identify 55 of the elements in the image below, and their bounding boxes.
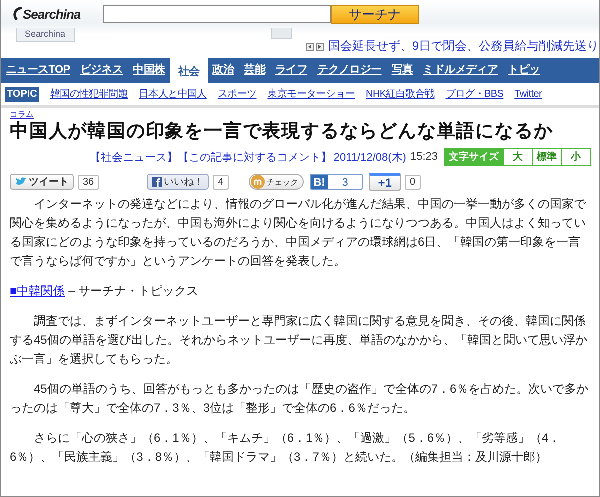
article-time: 15:23 <box>410 151 438 163</box>
font-size-option[interactable]: 大 <box>503 149 532 165</box>
article-paragraph: 調査では、まずインターネットユーザーと専門家に広く韓国に関する意見を聞き、その後、韓国に関係する45個の単語を選び出した。それからネットユーザーに再度、単語のなかから、「韓国と聞いて思い浮かぶ一言」を選択してもらった。 <box>10 313 588 368</box>
circle-m-icon <box>250 175 265 189</box>
logo[interactable]: Searchina <box>23 6 81 22</box>
search-button[interactable]: サーチナ <box>331 4 419 24</box>
topic-link[interactable]: 韓国の性犯罪問題 <box>50 87 128 101</box>
nav-tab[interactable]: 芸能 <box>239 58 270 83</box>
nav-tab[interactable]: ニュースTOP <box>1 58 76 83</box>
nav-tab[interactable]: 中国株 <box>128 58 170 83</box>
font-size-option[interactable]: 標準 <box>532 149 561 165</box>
topic-link[interactable]: Twitter <box>514 88 542 100</box>
share-count: 36 <box>78 174 100 190</box>
article-date: 2011/12/08(木) <box>334 150 406 164</box>
nav-tab[interactable]: ビジネス <box>75 58 128 83</box>
like-button[interactable]: いいね！ <box>147 174 210 190</box>
topic-link[interactable]: ブログ・BBS <box>446 87 504 101</box>
topic-link[interactable]: スポーツ <box>218 87 257 101</box>
search-field[interactable] <box>103 5 331 23</box>
f-logo-icon <box>152 177 162 187</box>
nav-tab[interactable]: 写真 <box>386 58 418 83</box>
meta-link[interactable]: 【この記事に対するコメント】 <box>178 150 332 164</box>
font-size-label: 文字サイズ <box>445 149 503 165</box>
topic-link[interactable]: 東京モーターショー <box>268 87 356 101</box>
article-paragraph: さらに「心の狭さ」（6．1％）、「キムチ」（6．1％）、「過激」（5．6％）、「劣等感」（4．6％）、「民族主義」（3．8％）、「韓国ドラマ」（3．7％）と続いた。（編集担当：及川源十郎） <box>10 430 562 466</box>
topic-link[interactable]: 日本人と中国人 <box>139 87 207 101</box>
nav-tab[interactable]: トピッ <box>503 58 546 83</box>
previous-icon[interactable] <box>306 42 314 50</box>
article-paragraph: インターネットの発達などにより、情報のグローバル化が進んだ結果、中国の一挙一動が多くの国家で関心を集めるようになったが、中国も海外により関心を向けるようになりつつある。中国人はよく知っている国家にどのような印象を持っているのだろうか、中国メディアの環球網は6日、「韓国の第一印象を一言で言うならば何ですか」というアンケートの回答を発表した。 <box>10 196 588 270</box>
ticker-link[interactable]: 国会延長せず、9日で閉会、公務員給与削減先送り <box>328 38 599 55</box>
nav-tab[interactable]: ミドルメディア <box>418 58 504 83</box>
topic-label: TOPIC <box>5 86 40 102</box>
category-link[interactable]: コラム <box>10 110 34 120</box>
article-title: 中国人が韓国の印象を一言で表現するならどんな単語になるか <box>10 120 554 142</box>
bookmark-button[interactable]: B! 3 <box>310 174 364 190</box>
next-icon[interactable] <box>316 42 324 50</box>
share-count: 4 <box>213 174 229 190</box>
font-size-option[interactable]: 小 <box>561 149 590 165</box>
logo-tab[interactable]: Searchina <box>16 28 75 42</box>
tweet-button[interactable]: ツイート <box>10 174 74 190</box>
related-link[interactable]: ■中韓関係 <box>10 284 66 298</box>
check-button[interactable]: チェック <box>248 174 304 190</box>
meta-link[interactable]: 【社会ニュース】 <box>90 150 178 164</box>
nav-tab[interactable]: 社会 <box>170 58 208 83</box>
swoosh-icon <box>13 7 23 21</box>
nav-tab[interactable]: テクノロジー <box>312 58 387 83</box>
article-paragraph: 45個の単語のうち、回答がもっとも多かったのは「歴史の盗作」で全体の7．6％を占めた。次いで多かったのは「尊大」で全体の7．3％、3位は「整形」で全体の6．6％だった。 <box>10 381 590 417</box>
bird-icon <box>15 177 27 187</box>
nav-tab[interactable]: ライフ <box>270 58 313 83</box>
tab-shape <box>270 28 292 39</box>
topic-link[interactable]: NHK紅白歌合戦 <box>366 87 435 101</box>
share-count: 0 <box>404 174 421 190</box>
nav-tab[interactable]: 政治 <box>208 58 240 83</box>
related-source: – サーチナ・トピックス <box>68 284 199 298</box>
plus-one-button[interactable]: +1 <box>369 173 401 191</box>
